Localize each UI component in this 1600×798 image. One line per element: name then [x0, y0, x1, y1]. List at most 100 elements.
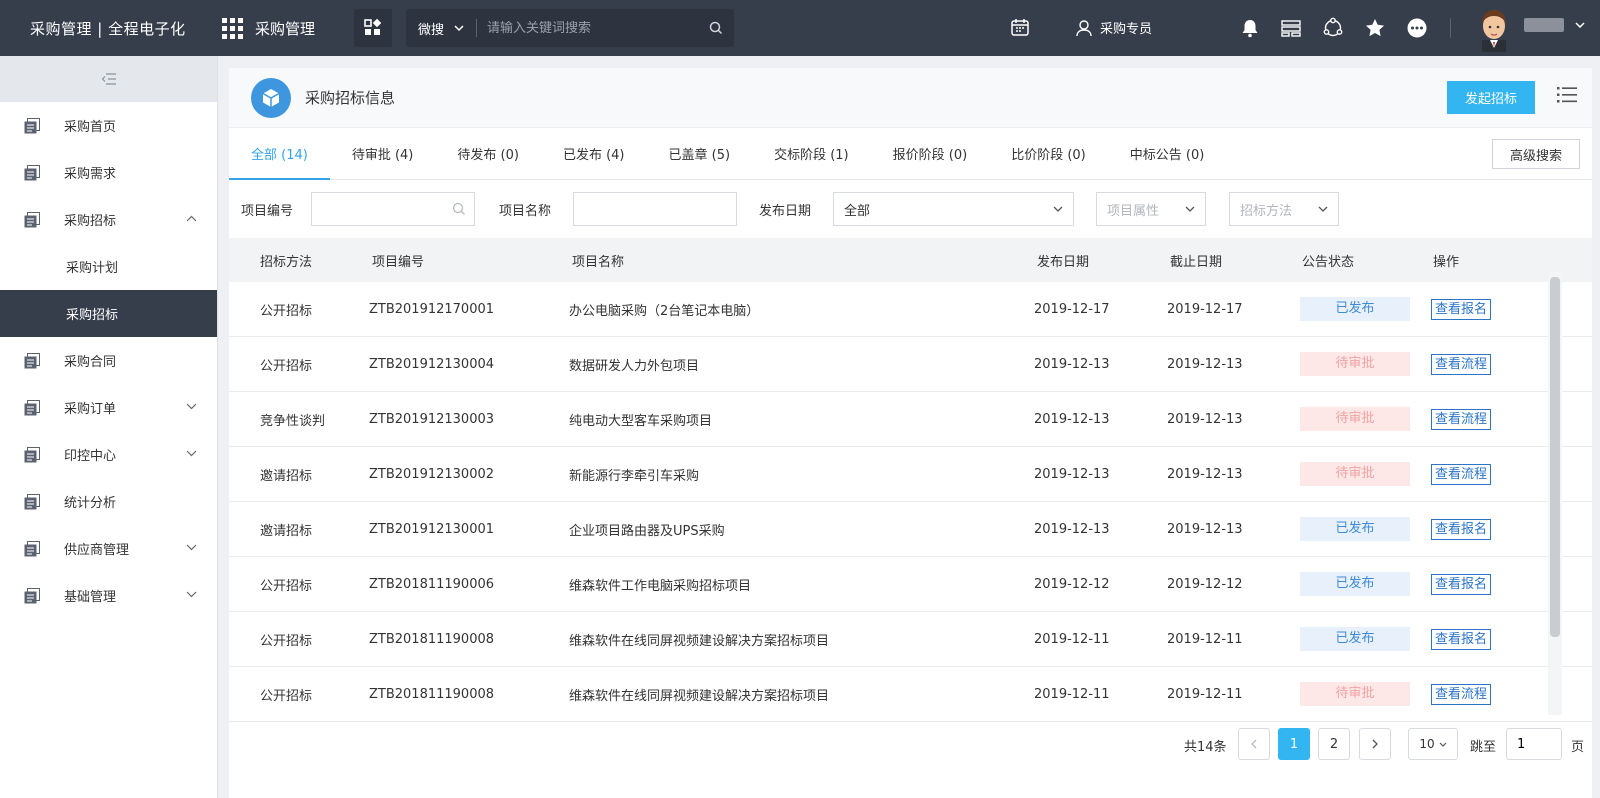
view-registration-button[interactable]: 查看报名 — [1431, 573, 1492, 595]
tab-all[interactable]: 全部 (14) — [229, 128, 330, 180]
cell-publish-date: 2019-12-11 — [1034, 686, 1110, 702]
user-role-label: 采购专员 — [1100, 22, 1153, 37]
column-header: 项目名称 — [572, 254, 625, 270]
cell-method: 邀请招标 — [260, 468, 313, 484]
column-header: 操作 — [1433, 254, 1460, 270]
bell-icon[interactable] — [1240, 18, 1260, 38]
sidebar-item-label: 采购合同 — [64, 355, 117, 370]
cell-method: 公开招标 — [260, 358, 313, 374]
sidebar-item-plan[interactable]: 采购计划 — [0, 243, 217, 290]
table-row: 公开招标 ZTB201912170001 办公电脑采购（2台笔记本电脑） 201… — [229, 282, 1592, 337]
sidebar-item-label: 采购计划 — [66, 261, 119, 276]
calendar-button[interactable] — [1010, 17, 1030, 41]
project-attr-select[interactable]: 项目属性 — [1096, 192, 1207, 226]
next-page-button[interactable] — [1359, 728, 1391, 760]
widgets-icon — [364, 19, 382, 35]
cell-deadline: 2019-12-11 — [1167, 631, 1243, 647]
cell-deadline: 2019-12-13 — [1167, 356, 1243, 372]
project-name-label: 项目名称 — [499, 203, 552, 219]
widget-button[interactable] — [354, 9, 392, 47]
status-badge: 已发布 — [1300, 627, 1410, 651]
cell-project-no: ZTB201811190008 — [369, 686, 495, 702]
cell-project-no: ZTB201912130001 — [369, 521, 495, 537]
project-name-input[interactable] — [573, 192, 738, 226]
status-badge: 待审批 — [1300, 682, 1410, 706]
publish-date-select[interactable]: 全部 — [833, 192, 1075, 226]
view-registration-button[interactable]: 查看报名 — [1431, 628, 1492, 650]
view-registration-button[interactable]: 查看报名 — [1431, 298, 1492, 320]
view-registration-button[interactable]: 查看报名 — [1431, 518, 1492, 540]
cell-deadline: 2019-12-13 — [1167, 466, 1243, 482]
sidebar-item-home[interactable]: 采购首页 — [0, 102, 217, 149]
top-icon-group — [1240, 17, 1428, 39]
cell-project-no: ZTB201811190006 — [369, 576, 495, 592]
sidebar-item-statistics[interactable]: 统计分析 — [0, 478, 217, 525]
table-row: 公开招标 ZTB201811190006 维森软件工作电脑采购招标项目 2019… — [229, 557, 1592, 612]
chevron-down-icon — [186, 544, 197, 551]
tab-compare-stage[interactable]: 比价阶段 (0) — [989, 128, 1108, 179]
calendar-icon — [1011, 19, 1029, 36]
storage-icon[interactable] — [1280, 18, 1302, 38]
star-icon[interactable] — [1364, 17, 1386, 39]
cell-method: 公开招标 — [260, 578, 313, 594]
jump-page-input[interactable] — [1506, 728, 1562, 760]
bid-method-select[interactable]: 招标方法 — [1229, 192, 1340, 226]
page-button-1[interactable]: 1 — [1278, 728, 1310, 760]
sidebar-collapse-toggle[interactable] — [0, 56, 217, 102]
status-badge: 已发布 — [1300, 297, 1410, 321]
share-icon[interactable] — [1322, 17, 1344, 39]
page-unit-label: 页 — [1571, 740, 1585, 755]
cell-publish-date: 2019-12-13 — [1034, 521, 1110, 537]
start-bidding-button[interactable]: 发起招标 — [1447, 81, 1535, 114]
sidebar-item-label: 采购订单 — [64, 402, 117, 417]
sidebar-item-seal-center[interactable]: 印控中心 — [0, 431, 217, 478]
document-icon — [24, 587, 40, 603]
tab-published[interactable]: 已发布 (4) — [541, 128, 647, 179]
page-size-select[interactable]: 10 — [1408, 728, 1458, 760]
table-scrollbar[interactable] — [1550, 277, 1560, 637]
cell-project-name: 新能源行李牵引车采购 — [569, 468, 700, 484]
list-menu-icon[interactable] — [1557, 86, 1577, 104]
view-process-button[interactable]: 查看流程 — [1431, 463, 1492, 485]
view-process-button[interactable]: 查看流程 — [1431, 683, 1492, 705]
sidebar-item-order[interactable]: 采购订单 — [0, 384, 217, 431]
search-type-select[interactable]: 微搜 — [406, 19, 478, 38]
page-header: 采购招标信息 发起招标 — [229, 68, 1592, 128]
sidebar-item-label: 采购首页 — [64, 120, 117, 135]
tab-submission-stage[interactable]: 交标阶段 (1) — [752, 128, 871, 179]
collapse-menu-icon — [101, 73, 116, 85]
sidebar-item-label: 采购招标 — [64, 214, 117, 229]
tab-pending-publish[interactable]: 待发布 (0) — [435, 128, 541, 179]
view-process-button[interactable]: 查看流程 — [1431, 408, 1492, 430]
app-switcher[interactable]: 采购管理 — [222, 17, 352, 39]
advanced-search-button[interactable]: 高级搜索 — [1492, 139, 1580, 169]
avatar[interactable] — [1472, 6, 1516, 52]
user-role-switch[interactable]: 采购专员 — [1076, 18, 1152, 37]
more-chat-icon[interactable] — [1406, 17, 1428, 39]
tab-quote-stage[interactable]: 报价阶段 (0) — [871, 128, 990, 179]
sidebar-item-supplier[interactable]: 供应商管理 — [0, 525, 217, 572]
sidebar-item-contract[interactable]: 采购合同 — [0, 337, 217, 384]
page-button-2[interactable]: 2 — [1318, 728, 1350, 760]
cell-project-no: ZTB201912130002 — [369, 466, 495, 482]
sidebar-item-bidding[interactable]: 采购招标 — [0, 290, 217, 337]
chevron-down-icon — [186, 450, 197, 457]
view-process-button[interactable]: 查看流程 — [1431, 353, 1492, 375]
chevron-down-icon[interactable] — [1575, 22, 1585, 28]
project-no-input[interactable] — [311, 192, 476, 226]
cell-method: 竞争性谈判 — [260, 413, 326, 429]
tab-pending-approval[interactable]: 待审批 (4) — [330, 128, 436, 179]
top-bar: 采购管理 | 全程电子化 采购管理 微搜 采购专员 — [0, 0, 1600, 56]
sidebar-item-label: 印控中心 — [64, 449, 117, 464]
sidebar-item-basic[interactable]: 基础管理 — [0, 572, 217, 619]
search-input[interactable] — [477, 20, 698, 36]
sidebar-item-demand[interactable]: 采购需求 — [0, 149, 217, 196]
search-button[interactable] — [698, 21, 734, 35]
tab-stamped[interactable]: 已盖章 (5) — [647, 128, 753, 179]
sidebar-item-bidding-group[interactable]: 采购招标 — [0, 196, 217, 243]
document-icon — [24, 117, 40, 133]
prev-page-button[interactable] — [1238, 728, 1270, 760]
user-icon — [1076, 19, 1092, 36]
jump-label: 跳至 — [1470, 740, 1497, 755]
tab-award-notice[interactable]: 中标公告 (0) — [1108, 128, 1227, 179]
